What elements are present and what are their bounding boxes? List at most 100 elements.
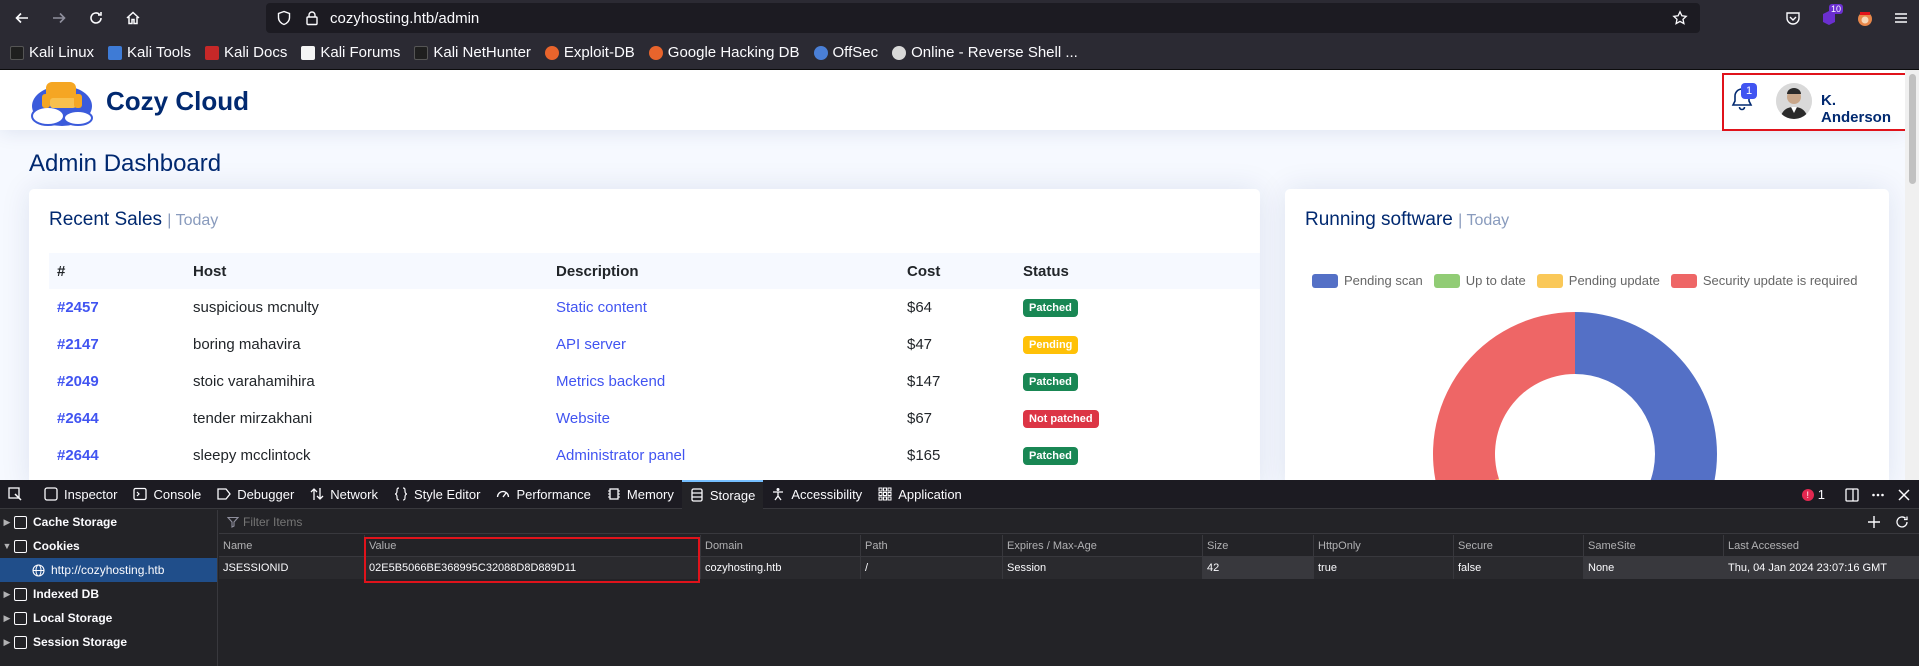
- sidebar-item-cookies[interactable]: ▼ Cookies: [0, 534, 217, 558]
- filter-input[interactable]: [243, 514, 843, 529]
- cookie-last-accessed[interactable]: Thu, 04 Jan 2024 23:07:16 GMT: [1724, 557, 1919, 579]
- tab-style-editor[interactable]: Style Editor: [386, 480, 488, 509]
- sale-description-link[interactable]: API server: [548, 326, 899, 363]
- close-icon[interactable]: [1897, 488, 1911, 502]
- home-button[interactable]: [118, 3, 148, 33]
- legend-item-pending-update[interactable]: Pending update: [1536, 273, 1660, 288]
- bookmark-kali-docs[interactable]: Kali Docs: [204, 44, 287, 61]
- sale-description-link[interactable]: Website: [548, 400, 899, 437]
- shield-icon[interactable]: [276, 10, 292, 26]
- page-scrollbar[interactable]: [1905, 70, 1919, 480]
- cookie-size[interactable]: 42: [1203, 557, 1314, 579]
- brand-name[interactable]: Cozy Cloud: [106, 86, 249, 117]
- sidebar-item-cache-storage[interactable]: ▶ Cache Storage: [0, 510, 217, 534]
- cookie-domain[interactable]: cozyhosting.htb: [701, 557, 861, 579]
- tab-debugger[interactable]: Debugger: [209, 480, 302, 509]
- avatar[interactable]: [1776, 83, 1812, 119]
- sidebar-item-session-storage[interactable]: ▶ Session Storage: [0, 630, 217, 654]
- column-header-id[interactable]: #: [49, 253, 185, 289]
- pocket-button[interactable]: [1775, 0, 1811, 36]
- skull-icon: [892, 45, 907, 60]
- column-header-description[interactable]: Description: [548, 253, 899, 289]
- bookmark-kali-tools[interactable]: Kali Tools: [108, 44, 191, 61]
- recent-sales-table: # Host Description Cost Status #2457 sus…: [49, 253, 1260, 474]
- sale-id-link[interactable]: #2147: [49, 326, 185, 363]
- sale-description-link[interactable]: Static content: [548, 289, 899, 326]
- lock-icon[interactable]: [304, 10, 320, 26]
- legend-swatch: [1312, 273, 1338, 288]
- column-header-last-accessed[interactable]: Last Accessed: [1724, 535, 1919, 557]
- tab-application[interactable]: Application: [870, 480, 970, 509]
- sale-description-link[interactable]: Metrics backend: [548, 363, 899, 400]
- profile-extension-button[interactable]: [1847, 0, 1883, 36]
- sidebar-item-cozyhosting-origin[interactable]: http://cozyhosting.htb: [0, 558, 217, 582]
- cookie-httponly[interactable]: true: [1314, 557, 1454, 579]
- cookie-name[interactable]: JSESSIONID: [219, 557, 365, 579]
- running-software-card: Running software | Today Pending scan Up…: [1285, 189, 1889, 480]
- chevron-right-icon[interactable]: ▶: [0, 589, 14, 600]
- tab-network[interactable]: Network: [302, 480, 386, 509]
- dock-side-icon[interactable]: [1845, 487, 1859, 502]
- tab-console[interactable]: Console: [125, 480, 209, 509]
- legend-item-up-to-date[interactable]: Up to date: [1433, 273, 1526, 288]
- bookmark-star-icon[interactable]: [1672, 10, 1688, 26]
- donut-slice-pending-scan[interactable]: [1575, 312, 1717, 480]
- address-bar[interactable]: cozyhosting.htb/admin: [266, 3, 1700, 33]
- sale-id-link[interactable]: #2457: [49, 289, 185, 326]
- cookie-expires[interactable]: Session: [1003, 557, 1203, 579]
- chevron-down-icon[interactable]: ▼: [0, 541, 14, 551]
- error-indicator[interactable]: ! 1: [1801, 487, 1825, 502]
- column-header-cost[interactable]: Cost: [899, 253, 1015, 289]
- sidebar-item-indexed-db[interactable]: ▶ Indexed DB: [0, 582, 217, 606]
- reload-button[interactable]: [81, 3, 111, 33]
- column-header-expires[interactable]: Expires / Max-Age: [1003, 534, 1203, 557]
- chevron-right-icon[interactable]: ▶: [0, 637, 14, 648]
- bookmark-kali-forums[interactable]: Kali Forums: [301, 44, 400, 61]
- tab-memory[interactable]: Memory: [599, 480, 682, 509]
- column-header-secure[interactable]: Secure: [1454, 534, 1584, 557]
- bookmark-google-hacking-db[interactable]: Google Hacking DB: [648, 44, 800, 61]
- back-button[interactable]: [7, 3, 37, 33]
- sale-id-link[interactable]: #2644: [49, 437, 185, 474]
- cozy-cloud-logo[interactable]: [28, 72, 96, 128]
- tab-storage[interactable]: Storage: [681, 479, 764, 509]
- bookmark-kali-nethunter[interactable]: Kali NetHunter: [414, 44, 531, 61]
- sale-id-link[interactable]: #2049: [49, 363, 185, 400]
- bookmark-exploit-db[interactable]: Exploit-DB: [544, 44, 635, 61]
- column-header-size[interactable]: Size: [1203, 534, 1314, 557]
- cookie-samesite[interactable]: None: [1584, 557, 1724, 579]
- chevron-right-icon[interactable]: ▶: [0, 517, 14, 528]
- sale-description-link[interactable]: Administrator panel: [548, 437, 899, 474]
- scrollbar-thumb[interactable]: [1909, 74, 1916, 184]
- legend-item-security-update[interactable]: Security update is required: [1670, 273, 1858, 288]
- sale-id-link[interactable]: #2644: [49, 400, 185, 437]
- cookie-secure[interactable]: false: [1454, 557, 1584, 579]
- more-options-icon[interactable]: [1871, 488, 1885, 502]
- element-picker-button[interactable]: [0, 480, 36, 509]
- column-header-domain[interactable]: Domain: [701, 534, 861, 557]
- user-name[interactable]: K. Anderson: [1821, 92, 1905, 126]
- cookie-path[interactable]: /: [861, 557, 1003, 579]
- bookmark-kali-linux[interactable]: Kali Linux: [10, 44, 94, 61]
- column-header-name[interactable]: Name: [219, 534, 365, 557]
- refresh-icon[interactable]: [1895, 515, 1909, 529]
- column-header-host[interactable]: Host: [185, 253, 548, 289]
- column-header-httponly[interactable]: HttpOnly: [1314, 534, 1454, 557]
- tab-inspector[interactable]: Inspector: [36, 480, 125, 509]
- menu-button[interactable]: [1883, 0, 1919, 36]
- bookmark-reverse-shell[interactable]: Online - Reverse Shell ...: [892, 44, 1078, 61]
- legend-item-pending-scan[interactable]: Pending scan: [1312, 273, 1423, 288]
- tab-performance[interactable]: Performance: [488, 480, 598, 509]
- sidebar-item-local-storage[interactable]: ▶ Local Storage: [0, 606, 217, 630]
- donut-slice-security-update-is-required[interactable]: [1433, 312, 1575, 480]
- add-icon[interactable]: [1867, 515, 1881, 529]
- column-header-samesite[interactable]: SameSite: [1584, 534, 1724, 557]
- tab-accessibility[interactable]: Accessibility: [763, 480, 870, 509]
- column-header-path[interactable]: Path: [861, 534, 1003, 557]
- column-header-status[interactable]: Status: [1015, 253, 1260, 289]
- chevron-right-icon[interactable]: ▶: [0, 613, 14, 624]
- forward-button[interactable]: [44, 3, 74, 33]
- bookmark-offsec[interactable]: OffSec: [813, 44, 878, 61]
- extension-button[interactable]: 10: [1811, 0, 1847, 36]
- url-text[interactable]: cozyhosting.htb/admin: [330, 10, 479, 27]
